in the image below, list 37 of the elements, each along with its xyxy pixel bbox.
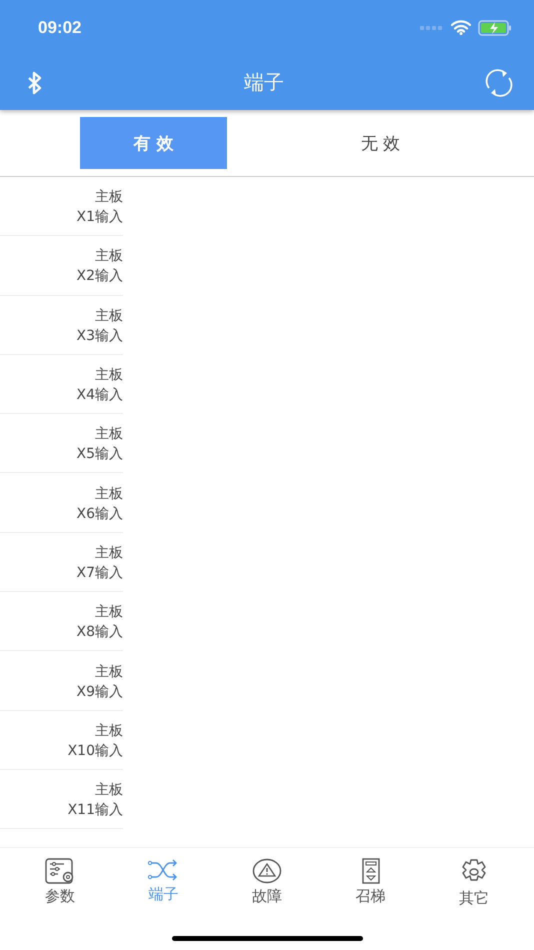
terminal-label: X9输入 (76, 682, 123, 702)
terminal-label: 主板 (95, 247, 123, 266)
terminal-label: X3输入 (76, 326, 123, 346)
tab-bar-item[interactable]: 其它 (439, 858, 510, 908)
terminal-label: X2输入 (76, 267, 123, 286)
wifi-icon (451, 20, 471, 35)
signal-icon (420, 24, 444, 30)
bluetooth-icon[interactable] (26, 70, 44, 94)
terminal-label: X11输入 (68, 801, 123, 820)
terminal-label: X10输入 (68, 742, 123, 761)
terminal-label: 主板 (95, 722, 123, 741)
refresh-icon[interactable] (484, 68, 514, 98)
tab-bar-item[interactable]: 召梯 (336, 858, 406, 906)
settings-list-icon (44, 858, 75, 884)
warning-icon (252, 858, 282, 884)
terminal-label: 主板 (95, 425, 123, 444)
status-time: 09:02 (38, 18, 82, 38)
terminal-label: 主板 (95, 306, 123, 326)
terminal-label: X1输入 (76, 208, 123, 228)
terminal-label: X6输入 (76, 504, 123, 524)
terminal-label: X5输入 (76, 445, 123, 464)
tab-bar-item[interactable]: 参数 (24, 858, 95, 906)
terminal-label: 主板 (95, 544, 123, 563)
header-title: 端子 (244, 69, 284, 96)
terminal-label: 主板 (95, 662, 123, 682)
elevator-panel-icon (360, 858, 381, 884)
terminal-label: 主板 (95, 781, 123, 800)
battery-icon (478, 20, 512, 36)
tab-bar-item[interactable]: 故障 (232, 858, 302, 906)
terminal-label: 主板 (95, 366, 123, 386)
terminal-label: 主板 (95, 603, 123, 622)
terminal-label: X8输入 (76, 623, 123, 642)
terminal-label: X4输入 (76, 386, 123, 406)
shuffle-icon (147, 858, 180, 882)
terminal-label: 主板 (95, 188, 123, 208)
terminal-label: 主板 (95, 484, 123, 504)
terminal-label: X7输入 (76, 564, 123, 583)
